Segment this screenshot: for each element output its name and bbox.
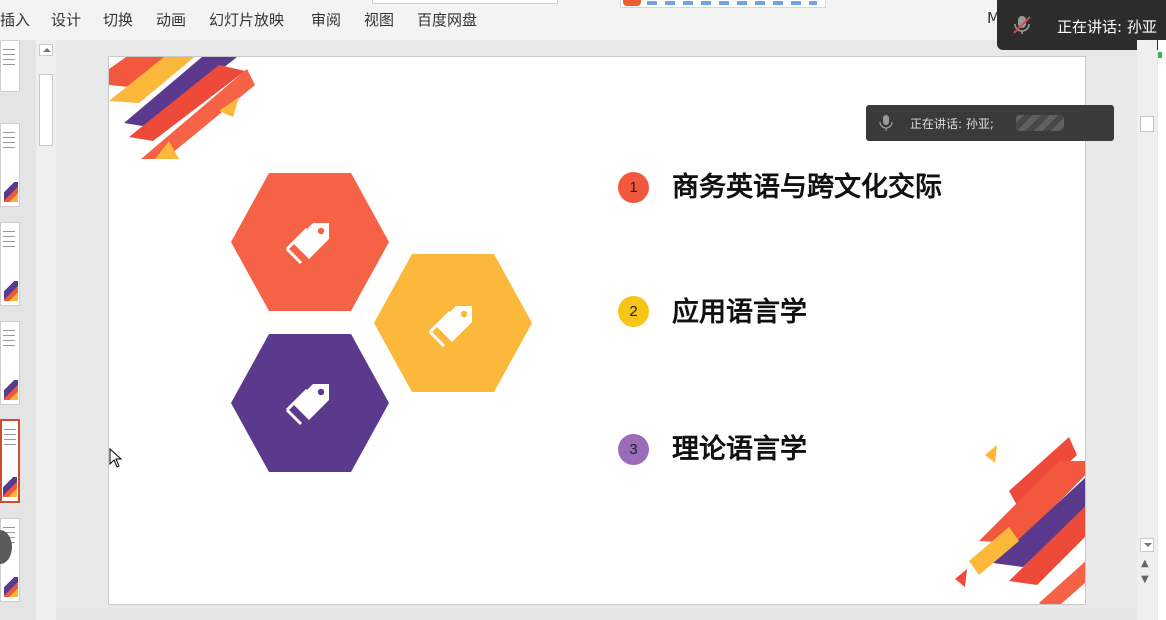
scrollbar-thumb[interactable] [39, 74, 53, 146]
blurred-name [1016, 115, 1064, 131]
item-number-badge: 3 [618, 434, 649, 465]
hexagon-right [374, 254, 532, 392]
tab-animations[interactable]: 动画 [156, 9, 186, 30]
microphone-muted-icon[interactable] [1011, 14, 1033, 36]
slide-thumbnail[interactable] [0, 321, 20, 405]
slide-thumbnail-panel [0, 40, 36, 620]
slide-thumbnail[interactable] [0, 123, 20, 207]
ribbon-menu-bar: 插入 设计 切换 动画 幻灯片放映 审阅 视图 百度网盘 M [0, 0, 1166, 40]
speaking-text: 正在讲话: 孙亚 [1057, 18, 1157, 36]
slide-thumbnail[interactable] [0, 222, 20, 306]
item-number-badge: 2 [618, 296, 649, 327]
tab-design[interactable]: 设计 [51, 9, 81, 30]
slide-thumbnail-selected[interactable] [0, 419, 20, 503]
hexagon-bottom [231, 334, 389, 472]
tab-slideshow[interactable]: 幻灯片放映 [209, 9, 284, 30]
slide-thumbnail[interactable] [0, 40, 20, 92]
corner-decoration-bottom-right [955, 437, 1085, 604]
item-label: 应用语言学 [672, 297, 807, 328]
mouse-pointer-icon [109, 448, 123, 468]
scroll-up-arrow-icon[interactable] [39, 44, 53, 56]
search-box[interactable] [372, 0, 558, 4]
item-label: 商务英语与跨文化交际 [672, 172, 942, 203]
floating-speaking-indicator: 正在讲话: 孙亚; [866, 105, 1114, 141]
status-edge [1158, 40, 1166, 620]
tab-view[interactable]: 视图 [364, 9, 394, 30]
tab-baidu-netdisk[interactable]: 百度网盘 [417, 9, 477, 30]
tab-review[interactable]: 审阅 [311, 9, 341, 30]
thumbnail-scrollbar[interactable] [36, 40, 56, 620]
presentation-window: 插入 设计 切换 动画 幻灯片放映 审阅 视图 百度网盘 M 正在讲话: 孙亚 [0, 0, 1166, 620]
scroll-down-arrow-icon[interactable] [1140, 538, 1154, 552]
microphone-icon [879, 115, 893, 131]
item-number-badge: 1 [618, 172, 649, 203]
item-label: 理论语言学 [672, 434, 807, 465]
notes-divider [56, 608, 1136, 620]
tab-transitions[interactable]: 切换 [103, 9, 133, 30]
corner-decoration-top-left [109, 57, 255, 159]
app-logo-strip [620, 0, 826, 8]
floating-speaking-text: 正在讲话: 孙亚; [910, 117, 994, 131]
tab-insert[interactable]: 插入 [0, 9, 30, 30]
next-slide-icon[interactable]: ▼ [1141, 574, 1149, 585]
scrollbar-thumb[interactable] [1140, 116, 1154, 132]
hexagon-top [231, 173, 389, 311]
previous-slide-icon[interactable]: ▲ [1141, 558, 1149, 569]
slide-scrollbar[interactable]: ▲ ▼ [1137, 40, 1157, 620]
